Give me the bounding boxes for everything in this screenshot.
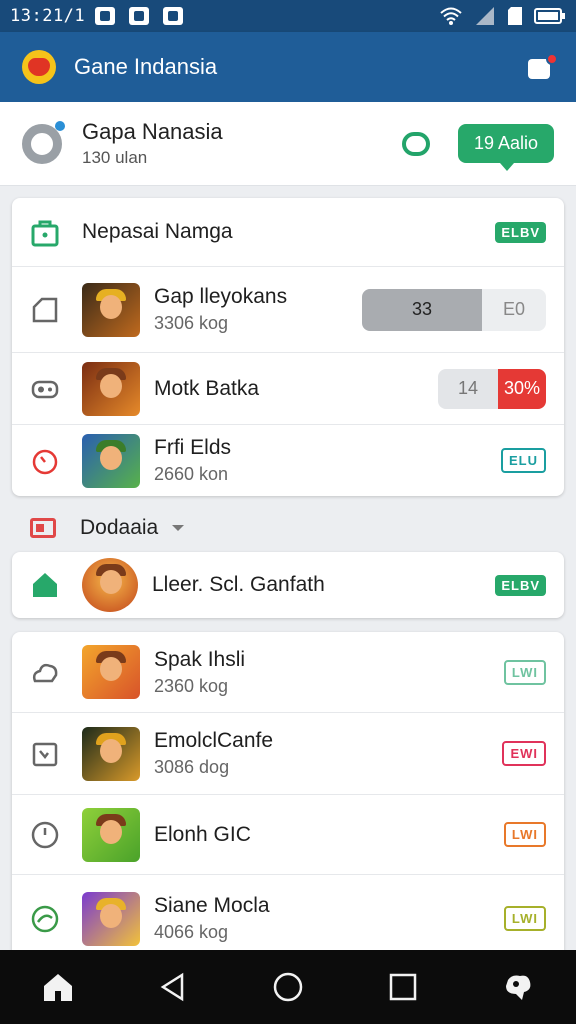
timer-icon — [30, 446, 60, 476]
status-time: 13:21/1 — [10, 6, 86, 26]
list-item[interactable]: Frfi Elds 2660 kon ELU — [12, 424, 564, 496]
gamepad-icon — [30, 374, 60, 404]
item-title: Frfi Elds — [154, 436, 232, 459]
list-item[interactable]: Gap lleyokans 3306 kog 33 E0 — [12, 266, 564, 352]
chevron-down-icon[interactable] — [172, 525, 185, 531]
item-subtitle: 2360 kog — [154, 675, 229, 696]
segment-right[interactable]: E0 — [482, 288, 546, 331]
tag-icon — [30, 295, 60, 325]
avatar[interactable] — [22, 120, 65, 164]
circle-home-icon[interactable] — [268, 967, 308, 1007]
status-badge: EWI — [502, 741, 546, 766]
item-subtitle: 3306 kog — [154, 313, 229, 333]
item-subtitle: 2660 kon — [154, 464, 229, 484]
list-item[interactable]: Motk Batka 14 30% — [12, 352, 564, 424]
game-thumbnail — [82, 726, 140, 781]
status-badge: ELBV — [495, 221, 546, 243]
status-badge: LWI — [503, 659, 546, 685]
segment-left[interactable]: 33 — [362, 288, 482, 331]
item-title: EmolclCanfe — [154, 729, 274, 752]
app-bar: Gane Indansia — [0, 32, 576, 102]
item-title: Siane Mocla — [154, 894, 270, 917]
list-item[interactable]: Lleer. Scl. Ganfath ELBV — [12, 552, 564, 618]
sd-card-icon — [508, 7, 522, 25]
app-logo-icon — [22, 50, 56, 84]
back-icon[interactable] — [153, 967, 193, 1007]
section-label: Dodaaia — [80, 516, 159, 539]
status-badge: LWI — [503, 906, 546, 931]
item-title: Gap lleyokans — [154, 285, 288, 308]
item-subtitle: 4066 kog — [154, 922, 229, 942]
game-thumbnail — [82, 645, 140, 699]
item-title: Motk Batka — [154, 376, 260, 400]
battery-icon — [534, 8, 565, 24]
status-badge: ELU — [501, 448, 546, 473]
game-thumbnail — [82, 807, 140, 862]
card-header[interactable]: Nepasai Namga ELBV — [12, 198, 564, 266]
list-item[interactable]: Siane Mocla 4066 kog LWI — [12, 874, 564, 962]
card-header-title: Nepasai Namga — [82, 220, 233, 243]
status-badge: LWI — [503, 822, 546, 847]
cloud-icon — [129, 7, 150, 25]
status-badge: ELBV — [495, 574, 546, 596]
list-item[interactable]: EmolclCanfe 3086 dog EWI — [12, 712, 564, 794]
item-title: Elonh GIC — [154, 822, 251, 846]
flag-icon — [163, 7, 184, 25]
section-header[interactable]: Dodaaia — [0, 506, 576, 550]
home-icon — [30, 570, 60, 600]
clock-icon — [30, 820, 60, 850]
segment-left[interactable]: 14 — [438, 368, 498, 409]
assistant-icon[interactable] — [498, 967, 538, 1007]
list-item[interactable]: Elonh GIC LWI — [12, 794, 564, 874]
segment-right[interactable]: 30% — [498, 368, 546, 409]
photo-icon — [95, 7, 116, 25]
app-title: Gane Indansia — [74, 54, 218, 79]
list-item[interactable]: Spak Ihsli 2360 kog LWI — [12, 632, 564, 712]
game-thumbnail — [82, 433, 140, 488]
games-list-card: Spak Ihsli 2360 kog LWI EmolclCanfe 3086… — [12, 632, 564, 962]
notification-icon[interactable] — [528, 53, 558, 79]
signal-icon — [476, 7, 494, 25]
cloud-edit-icon — [30, 657, 60, 687]
profile-name: Gapa Nanasia — [82, 119, 223, 144]
recents-icon[interactable] — [383, 967, 423, 1007]
game-thumbnail — [82, 891, 140, 946]
card-icon — [30, 518, 56, 538]
profile-subtitle: 130 ulan — [82, 148, 148, 167]
profile-header: Gapa Nanasia 130 ulan 19 Aalio — [0, 102, 576, 186]
games-card: Nepasai Namga ELBV Gap lleyokans 3306 ko… — [12, 198, 564, 496]
featured-card[interactable]: Lleer. Scl. Ganfath ELBV — [12, 552, 564, 618]
disc-icon — [30, 904, 60, 934]
calendar-icon — [30, 739, 60, 769]
item-title: Spak Ihsli — [154, 647, 246, 671]
link-icon[interactable] — [401, 131, 430, 156]
wifi-icon — [440, 7, 462, 25]
bag-icon — [30, 217, 60, 247]
home-icon[interactable] — [38, 967, 78, 1007]
item-title: Lleer. Scl. Ganfath — [152, 573, 325, 596]
game-thumbnail — [82, 558, 138, 612]
status-bar: 13:21/1 — [0, 0, 576, 32]
item-subtitle: 3086 dog — [154, 757, 230, 777]
toggle-segment[interactable]: 14 30% — [438, 368, 546, 409]
game-thumbnail — [82, 361, 140, 416]
progress-segment[interactable]: 33 E0 — [362, 288, 546, 331]
game-thumbnail — [82, 282, 140, 337]
cta-button[interactable]: 19 Aalio — [457, 124, 554, 171]
navigation-bar — [0, 950, 576, 1024]
